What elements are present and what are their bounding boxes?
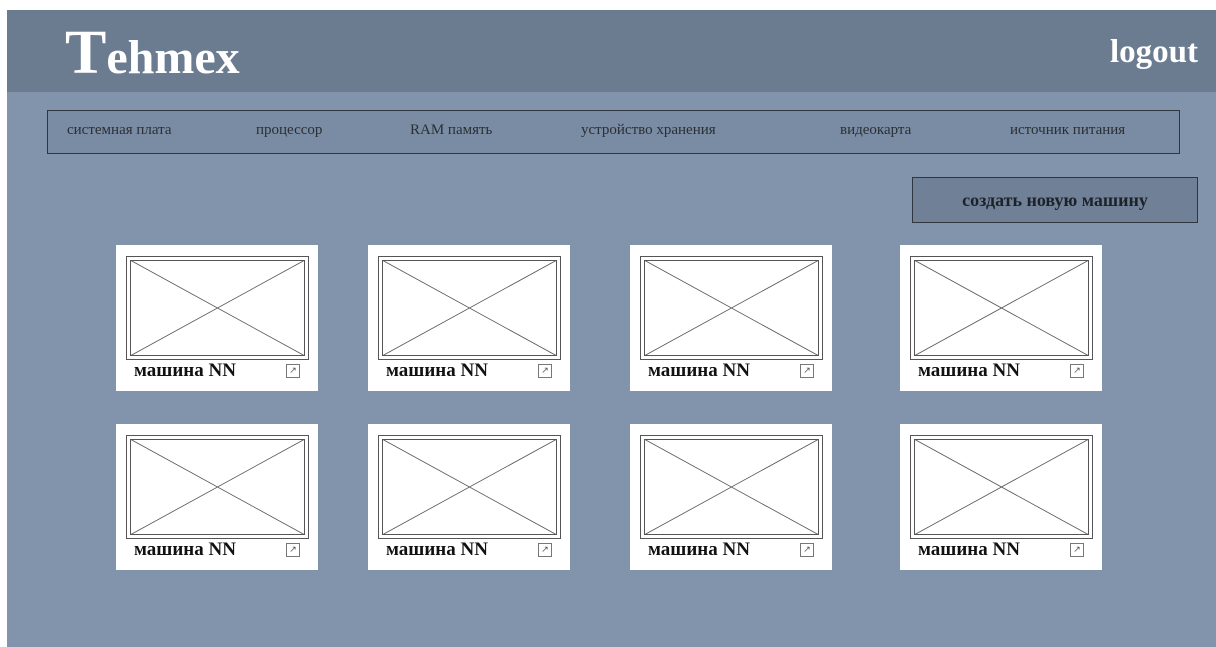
image-placeholder-icon [378,435,561,539]
image-placeholder-icon [910,435,1093,539]
machine-card[interactable]: машина NN ↗ [630,245,832,391]
machine-card[interactable]: машина NN ↗ [630,424,832,570]
machine-card-label: машина NN [918,360,1020,381]
external-link-icon[interactable]: ↗ [800,543,814,557]
nav-item-psu[interactable]: источник питания [1010,122,1125,139]
app-frame: Tehmex logout системная плата процессор … [7,10,1216,647]
external-link-icon[interactable]: ↗ [286,543,300,557]
machine-card-label: машина NN [134,539,236,560]
logo: Tehmex [65,12,240,92]
nav-item-ram[interactable]: RAM память [410,122,492,139]
machine-card-label: машина NN [648,539,750,560]
external-link-icon[interactable]: ↗ [538,364,552,378]
image-placeholder-icon [378,256,561,360]
machine-card[interactable]: машина NN ↗ [116,424,318,570]
machine-card-label: машина NN [918,539,1020,560]
header-bar: Tehmex logout [7,10,1216,92]
image-placeholder-icon [910,256,1093,360]
external-link-icon[interactable]: ↗ [800,364,814,378]
category-nav: системная плата процессор RAM память уст… [47,110,1180,154]
machine-card[interactable]: машина NN ↗ [900,245,1102,391]
machine-card-label: машина NN [386,539,488,560]
image-placeholder-icon [640,435,823,539]
external-link-icon[interactable]: ↗ [286,364,300,378]
external-link-icon[interactable]: ↗ [538,543,552,557]
image-placeholder-icon [640,256,823,360]
machine-card-label: машина NN [648,360,750,381]
logo-rest: ehmex [106,31,240,84]
machine-card-label: машина NN [386,360,488,381]
external-link-icon[interactable]: ↗ [1070,543,1084,557]
nav-item-processor[interactable]: процессор [256,122,322,139]
machine-card-label: машина NN [134,360,236,381]
logout-link[interactable]: logout [1110,36,1198,69]
create-machine-button[interactable]: создать новую машину [912,177,1198,223]
image-placeholder-icon [126,256,309,360]
machine-card[interactable]: машина NN ↗ [900,424,1102,570]
nav-item-motherboard[interactable]: системная плата [67,122,172,139]
nav-item-gpu[interactable]: видеокарта [840,122,911,139]
image-placeholder-icon [126,435,309,539]
machine-card[interactable]: машина NN ↗ [368,245,570,391]
logo-initial: T [65,19,107,87]
machine-card[interactable]: машина NN ↗ [368,424,570,570]
nav-item-storage[interactable]: устройство хранения [581,122,716,139]
machine-card[interactable]: машина NN ↗ [116,245,318,391]
external-link-icon[interactable]: ↗ [1070,364,1084,378]
